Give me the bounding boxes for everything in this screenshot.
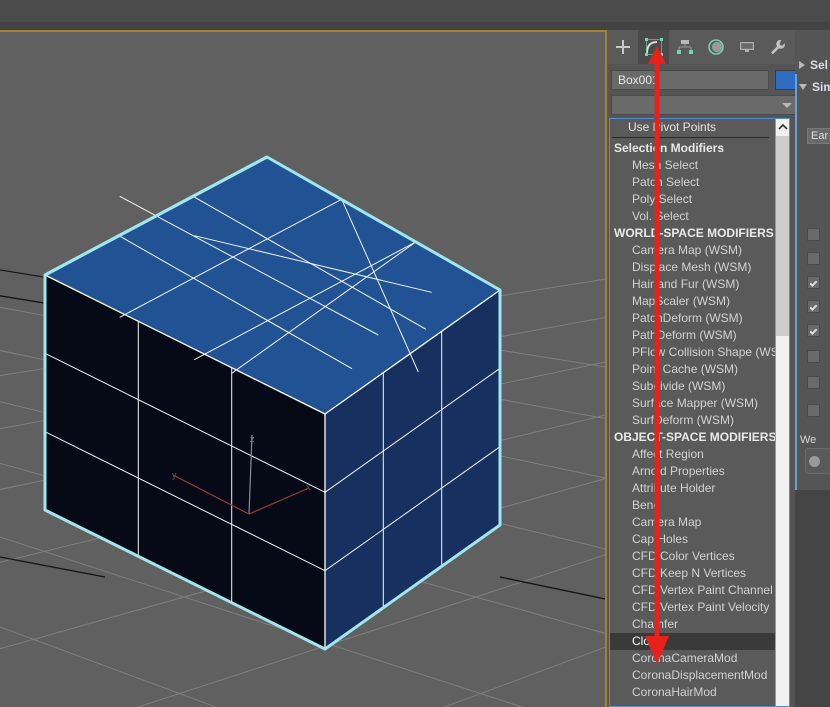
top-toolbar-strip	[0, 22, 830, 30]
modifier-list-item[interactable]: Mesh Select	[610, 157, 775, 174]
modifier-list-item[interactable]: CFD Vertex Paint Channel	[610, 582, 775, 599]
motion-circle-icon	[707, 39, 724, 55]
modifier-list-item[interactable]: Camera Map (WSM)	[610, 242, 775, 259]
command-panel-tabs	[607, 30, 797, 64]
scrollbar-thumb[interactable]	[776, 136, 789, 336]
motion-tab[interactable]	[700, 30, 731, 64]
display-monitor-icon	[739, 42, 754, 52]
modifier-list-item-use-pivot-points[interactable]: Use Pivot Points	[610, 119, 775, 136]
modifier-list-popup[interactable]: Use Pivot Points Selection Modifiers Mesh…	[609, 118, 790, 707]
checkbox-8[interactable]	[807, 404, 820, 417]
modifier-group-header: WORLD-SPACE MODIFIERS	[614, 226, 774, 240]
rollout-simulation-parameters[interactable]: Sim	[795, 78, 830, 96]
checkbox-5[interactable]	[807, 324, 820, 337]
modifier-list-item[interactable]: Poly Select	[610, 191, 775, 208]
checkbox-7[interactable]	[807, 376, 820, 389]
modifier-list-item[interactable]: Surface Mapper (WSM)	[610, 395, 775, 412]
modifier-list-item[interactable]: Cap Holes	[610, 531, 775, 548]
modifier-list-item[interactable]: Camera Map	[610, 514, 775, 531]
object-name-row: Box001	[611, 70, 797, 90]
viewport-scene: z x y	[0, 155, 605, 707]
plus-icon	[615, 40, 630, 54]
modifier-list-item[interactable]: Affect Region	[610, 446, 775, 463]
modifier-list-item[interactable]: Arnold Properties	[610, 463, 775, 480]
wrench-icon	[770, 40, 785, 54]
perspective-viewport[interactable]: z x y	[0, 30, 607, 707]
rollout-selected-objects[interactable]: Sel	[795, 56, 830, 74]
modifier-list-item[interactable]: Point Cache (WSM)	[610, 361, 775, 378]
modifier-list-item[interactable]: CoronaCameraMod	[610, 650, 775, 667]
gizmo-z-label: z	[250, 434, 255, 444]
weld-radio-knob[interactable]	[809, 456, 820, 467]
modifier-list-item[interactable]: Cloth	[610, 633, 775, 650]
object-name-input[interactable]: Box001	[611, 70, 769, 90]
panel-empty-bottom	[795, 490, 830, 707]
utilities-tab[interactable]	[762, 30, 793, 64]
modify-tab[interactable]	[638, 30, 669, 64]
modifier-list-item[interactable]: Bend	[610, 497, 775, 514]
modifier-list-item[interactable]: Chamfer	[610, 616, 775, 633]
modifier-list-item[interactable]: Attribute Holder	[610, 480, 775, 497]
gizmo-x-label: x	[306, 482, 311, 492]
modifier-list-item[interactable]: Hair and Fur (WSM)	[610, 276, 775, 293]
modifier-list-separator	[612, 137, 769, 138]
modifier-list-item[interactable]: CFD Vertex Paint Velocity	[610, 599, 775, 616]
hierarchy-tab[interactable]	[669, 30, 700, 64]
modifier-list-dropdown[interactable]	[611, 95, 797, 115]
modifier-list-item[interactable]: SurfDeform (WSM)	[610, 412, 775, 429]
weld-label: We	[800, 434, 817, 446]
gravity-field-input[interactable]: Ear	[807, 128, 830, 144]
display-tab[interactable]	[731, 30, 762, 64]
rollout-simulation-parameters-label: Sim	[812, 80, 830, 94]
gizmo-y-label: y	[172, 470, 177, 480]
checkbox-6[interactable]	[807, 350, 820, 363]
modifier-list-item[interactable]: PFlow Collision Shape (WSM)	[610, 344, 775, 361]
application-window: z x y Box001 Sel Sim Ear We Use Pivot Po…	[0, 0, 830, 707]
create-tab[interactable]	[607, 30, 638, 64]
checkbox-2[interactable]	[807, 252, 820, 265]
modifier-list-item[interactable]: Displace Mesh (WSM)	[610, 259, 775, 276]
chevron-right-icon	[799, 61, 805, 69]
hierarchy-icon	[676, 40, 693, 54]
checkbox-3[interactable]	[807, 276, 820, 289]
modifier-group-header: OBJECT-SPACE MODIFIERS	[614, 430, 775, 444]
modifier-list-item[interactable]: CFD Keep N Vertices	[610, 565, 775, 582]
checkbox-1[interactable]	[807, 228, 820, 241]
modifier-list-scrollbar[interactable]	[775, 119, 789, 706]
modifier-list-item[interactable]: Vol. Select	[610, 208, 775, 225]
chevron-up-icon	[777, 123, 788, 130]
modifier-list-item[interactable]: PathDeform (WSM)	[610, 327, 775, 344]
chevron-down-icon	[782, 102, 792, 108]
rollout-active-edge	[795, 74, 797, 498]
bend-modifier-icon	[644, 38, 663, 56]
world-y-axis	[499, 576, 605, 600]
modifier-list-item[interactable]: PatchDeform (WSM)	[610, 310, 775, 327]
rollout-selected-objects-label: Sel	[810, 58, 829, 72]
world-axis-left	[0, 556, 106, 578]
top-menu-strip	[0, 0, 830, 22]
scrollbar-up-button[interactable]	[776, 119, 789, 135]
object-color-swatch[interactable]	[775, 70, 797, 90]
modifier-list-item[interactable]: CFD Color Vertices	[610, 548, 775, 565]
modifier-list-scroll-area: Use Pivot Points Selection Modifiers Mesh…	[610, 119, 775, 706]
chevron-down-icon	[799, 84, 807, 90]
modifier-list-item[interactable]: MapScaler (WSM)	[610, 293, 775, 310]
modifier-list-item[interactable]: Patch Select	[610, 174, 775, 191]
modifier-group-header: Selection Modifiers	[614, 141, 725, 155]
modifier-list-item[interactable]: CoronaDisplacementMod	[610, 667, 775, 684]
checkbox-4[interactable]	[807, 300, 820, 313]
modifier-list-item[interactable]: Subdivide (WSM)	[610, 378, 775, 395]
modifier-list-item[interactable]: CoronaHairMod	[610, 684, 775, 701]
